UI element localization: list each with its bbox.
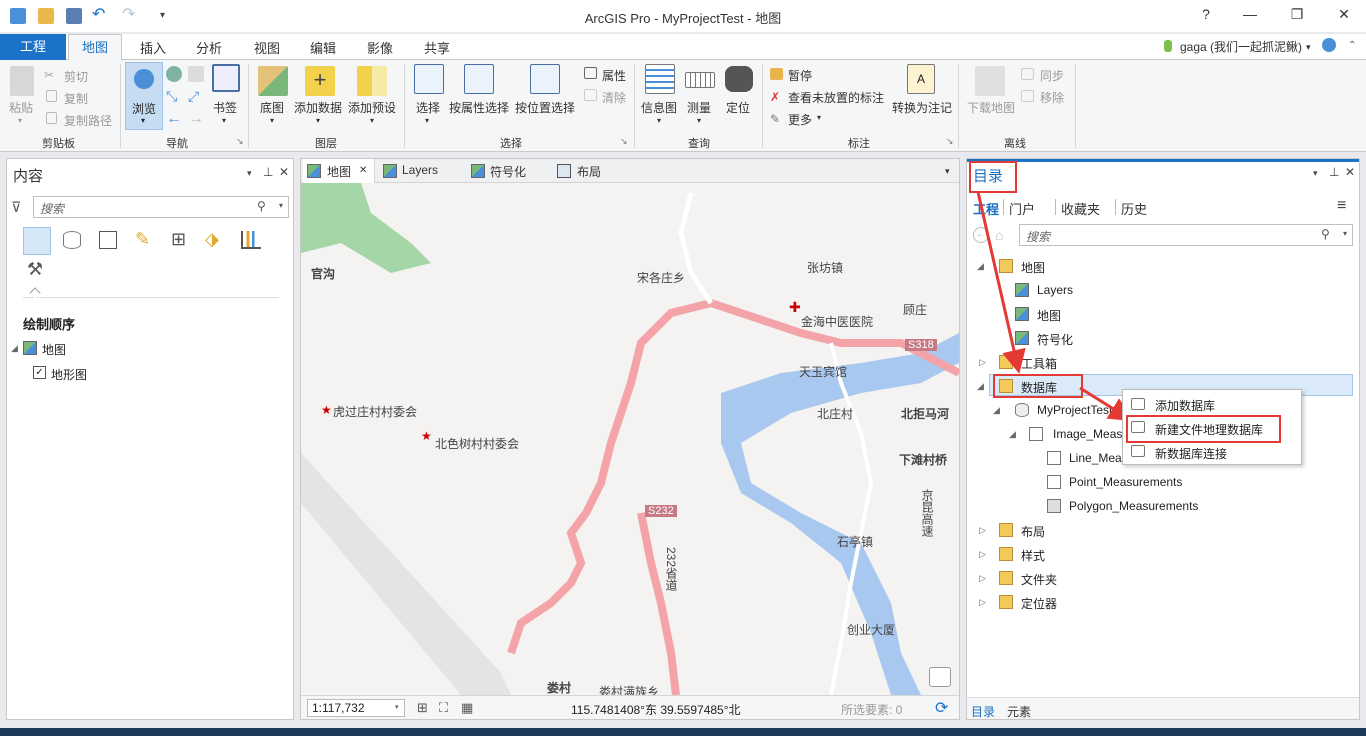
- new-db-connection-icon: [1131, 445, 1145, 457]
- menu-new-database-connection[interactable]: 新数据库连接: [1155, 445, 1227, 462]
- add-database-icon: [1131, 398, 1145, 410]
- arrow-to-new-fgdb: [1079, 386, 1134, 422]
- annotation-arrows: [976, 191, 1134, 422]
- taskbar: [0, 728, 1366, 736]
- menu-add-database[interactable]: 添加数据库: [1155, 397, 1215, 414]
- new-fgdb-highlight: [1126, 415, 1281, 443]
- arrow-to-databases: [976, 191, 1026, 374]
